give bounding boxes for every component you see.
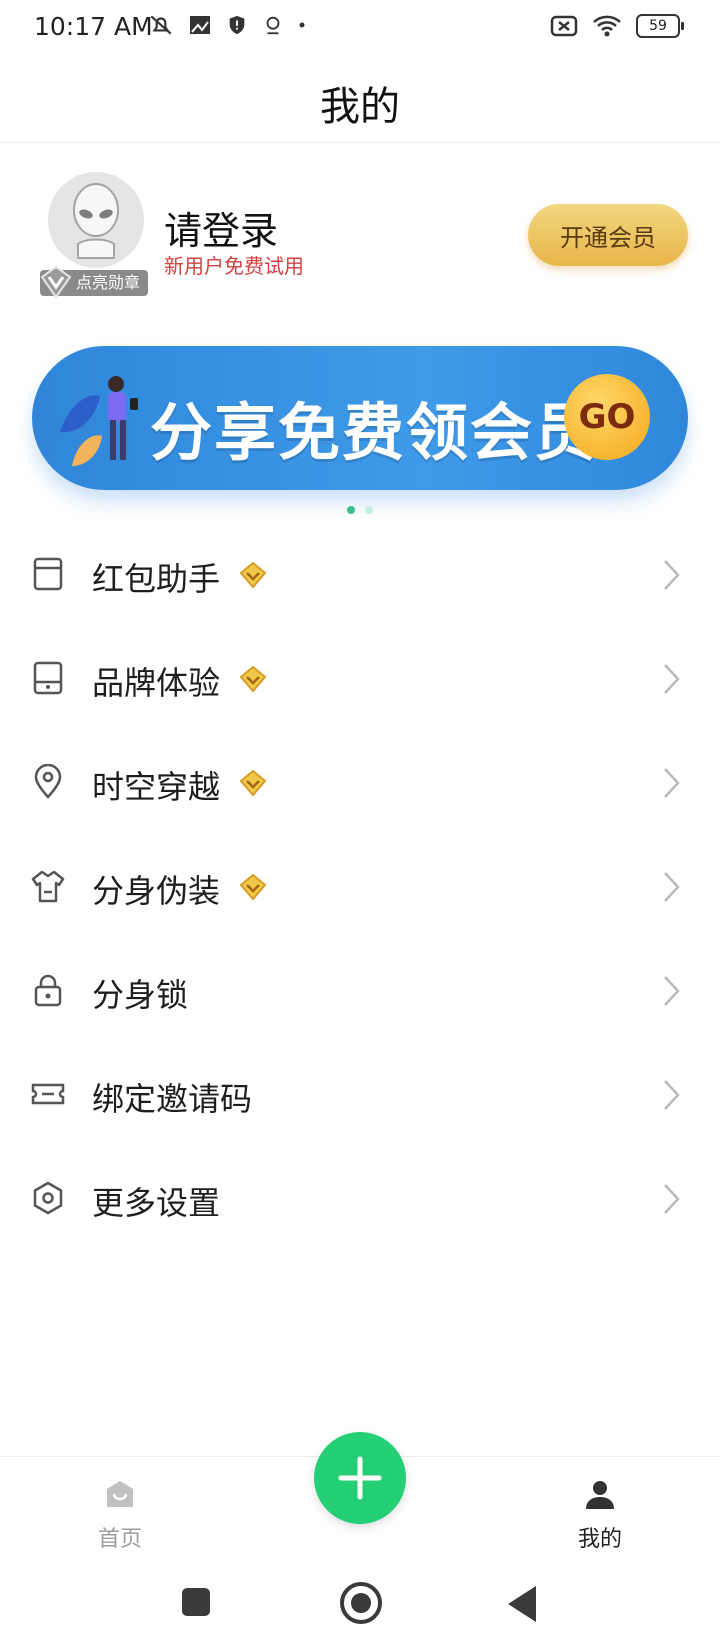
status-bar: 10:17 AM 59 [0, 0, 720, 56]
menu-item-red-packet[interactable]: 红包助手 [0, 522, 720, 626]
location-icon [266, 16, 280, 35]
nav-home-label: 首页 [97, 1527, 142, 1552]
banner-pagination [0, 506, 720, 518]
chevron-right-icon [664, 560, 680, 590]
plus-icon [338, 1456, 382, 1500]
banner-title: 分享免费领会员 [150, 396, 599, 469]
vip-diamond-icon [239, 561, 267, 589]
medal-badge[interactable]: 点亮勋章 [40, 265, 149, 299]
chevron-right-icon [664, 768, 680, 798]
status-time: 10:17 AM [34, 12, 153, 41]
pagination-dot-active [347, 506, 355, 514]
battery-indicator: 59 [636, 14, 684, 38]
title-bar: 我的 [0, 56, 720, 143]
free-trial-text: 新用户免费试用 [164, 254, 304, 278]
user-icon [586, 1481, 614, 1509]
nav-tab-home[interactable]: 首页 [80, 1477, 160, 1553]
nav-me-label: 我的 [577, 1527, 622, 1552]
shirt-icon [31, 870, 65, 903]
menu-item-time-travel[interactable]: 时空穿越 [0, 730, 720, 834]
system-nav-bar [0, 1560, 720, 1650]
menu-item-label: 绑定邀请码 [92, 1080, 253, 1118]
alien-avatar-icon [73, 183, 119, 259]
dot-icon [299, 22, 305, 28]
location-pin-icon [34, 764, 62, 799]
lock-icon [34, 974, 62, 1007]
v-badge-icon [40, 265, 72, 299]
menu-item-more-settings[interactable]: 更多设置 [0, 1146, 720, 1250]
vip-diamond-icon [239, 873, 267, 901]
settings-hexagon-icon [33, 1181, 63, 1215]
status-icons-right: 59 [550, 14, 684, 38]
avatar[interactable] [48, 172, 144, 268]
menu-item-label: 时空穿越 [92, 768, 221, 806]
vip-diamond-icon [239, 769, 267, 797]
menu-item-disguise[interactable]: 分身伪装 [0, 834, 720, 938]
menu-item-app-lock[interactable]: 分身锁 [0, 938, 720, 1042]
menu-item-label: 品牌体验 [92, 664, 221, 702]
home-icon [107, 1481, 133, 1507]
medal-badge-label: 点亮勋章 [76, 273, 141, 292]
nav-tab-me[interactable]: 我的 [560, 1477, 640, 1553]
chevron-right-icon [664, 872, 680, 902]
menu-item-label: 红包助手 [92, 560, 221, 598]
pagination-dot [365, 506, 373, 514]
menu-item-brand-experience[interactable]: 品牌体验 [0, 626, 720, 730]
shield-icon [229, 15, 245, 35]
system-back-button[interactable] [508, 1586, 536, 1622]
menu-item-label: 更多设置 [92, 1184, 221, 1222]
no-sim-icon [550, 15, 578, 37]
notifications-off-icon [150, 15, 172, 35]
wifi-icon [593, 15, 621, 37]
ticket-icon [31, 1083, 65, 1105]
page-title: 我的 [320, 84, 400, 130]
phone-device-icon [33, 661, 63, 695]
login-prompt[interactable]: 请登录 [164, 200, 278, 255]
chevron-right-icon [664, 664, 680, 694]
add-button[interactable] [314, 1432, 406, 1524]
menu-item-label: 分身锁 [92, 976, 189, 1014]
system-home-button[interactable] [340, 1582, 382, 1624]
chevron-right-icon [664, 976, 680, 1006]
profile-section[interactable]: 点亮勋章 请登录 新用户免费试用 开通会员 [0, 160, 720, 300]
vip-diamond-icon [239, 665, 267, 693]
recent-apps-button[interactable] [182, 1588, 210, 1616]
menu-item-label: 分身伪装 [92, 872, 221, 910]
status-icons-left [148, 12, 306, 38]
image-icon [190, 16, 210, 34]
promo-banner[interactable]: 分享免费领会员 GO [32, 346, 688, 490]
menu-item-invite-code[interactable]: 绑定邀请码 [0, 1042, 720, 1146]
storage-icon [33, 557, 63, 591]
person-with-phone-illustration [60, 376, 138, 466]
menu-list: 红包助手 品牌体验 时空穿越 分身伪装 分身锁 绑定邀请码 更多设置 [0, 522, 720, 1250]
open-vip-button[interactable]: 开通会员 [528, 204, 688, 266]
chevron-right-icon [664, 1184, 680, 1214]
banner-go-button[interactable]: GO [564, 374, 650, 460]
chevron-right-icon [664, 1080, 680, 1110]
